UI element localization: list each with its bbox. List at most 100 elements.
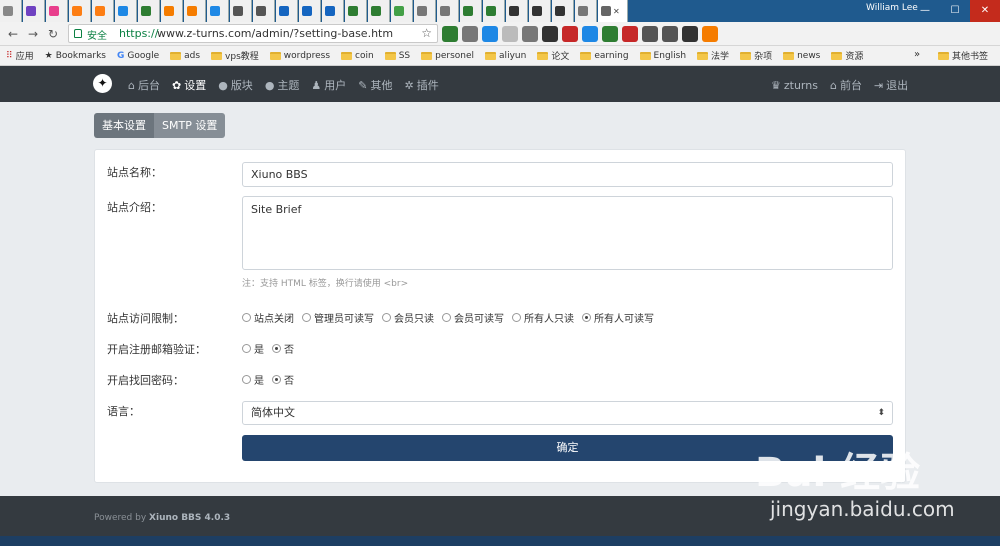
close-window-icon[interactable]: ✕: [970, 0, 1000, 22]
powered-product[interactable]: Xiuno BBS 4.0.3: [149, 513, 230, 523]
extension-icon[interactable]: [682, 26, 698, 42]
radio-option[interactable]: 会员只读: [382, 310, 434, 325]
browser-tab[interactable]: [552, 0, 574, 22]
nav-item-home[interactable]: ⌂ 后台: [128, 77, 160, 93]
maximize-icon[interactable]: ☐: [940, 0, 970, 22]
browser-tab[interactable]: [437, 0, 459, 22]
bookmark-item[interactable]: G Google: [117, 49, 159, 62]
bookmark-item[interactable]: news: [783, 49, 820, 62]
radio-button[interactable]: [582, 313, 591, 322]
bookmark-item[interactable]: 杂项: [740, 49, 772, 62]
bookmark-item[interactable]: ads: [170, 49, 200, 62]
radio-button[interactable]: [512, 313, 521, 322]
radio-option[interactable]: 是: [242, 341, 264, 356]
radio-option[interactable]: 管理员可读写: [302, 310, 374, 325]
tab-close-icon[interactable]: ✕: [613, 7, 620, 16]
extension-icon[interactable]: [522, 26, 538, 42]
browser-tab[interactable]: [115, 0, 137, 22]
extension-icon[interactable]: [462, 26, 478, 42]
extension-icon[interactable]: [442, 26, 458, 42]
radio-option[interactable]: 否: [272, 372, 294, 387]
bookmark-item[interactable]: earning: [580, 49, 629, 62]
extension-icon[interactable]: [582, 26, 598, 42]
extension-icon[interactable]: [602, 26, 618, 42]
browser-tab[interactable]: [46, 0, 68, 22]
extension-icon[interactable]: [542, 26, 558, 42]
browser-tab[interactable]: [414, 0, 436, 22]
nav-item-comment[interactable]: ● 版块: [218, 77, 253, 93]
browser-tab[interactable]: [207, 0, 229, 22]
bookmarks-more-icon[interactable]: »: [914, 49, 920, 60]
extension-icon[interactable]: [562, 26, 578, 42]
address-bar[interactable]: 安全 https:// www.z-turns.com/admin/?setti…: [68, 24, 438, 43]
browser-tab[interactable]: [506, 0, 528, 22]
bookmark-item[interactable]: coin: [341, 49, 374, 62]
browser-tab[interactable]: [529, 0, 551, 22]
extension-icon[interactable]: [502, 26, 518, 42]
forward-icon[interactable]: →: [24, 25, 42, 43]
nav-item-gear[interactable]: ✿ 设置: [172, 77, 206, 93]
bookmark-item[interactable]: vps教程: [211, 49, 259, 62]
bookmark-item[interactable]: 法学: [697, 49, 729, 62]
bookmark-item[interactable]: ⠿ 应用: [6, 49, 34, 63]
reload-icon[interactable]: ↻: [44, 25, 62, 43]
browser-tab[interactable]: [391, 0, 413, 22]
nav-item-comments[interactable]: ● 主题: [265, 77, 300, 93]
bookmark-item[interactable]: wordpress: [269, 49, 330, 62]
browser-tab[interactable]: [23, 0, 45, 22]
radio-option[interactable]: 是: [242, 372, 264, 387]
browser-tab[interactable]: [368, 0, 390, 22]
browser-tab[interactable]: [184, 0, 206, 22]
bookmark-item[interactable]: aliyun: [485, 49, 526, 62]
browser-tab[interactable]: [69, 0, 91, 22]
browser-tab[interactable]: [161, 0, 183, 22]
browser-tab[interactable]: [276, 0, 298, 22]
language-select[interactable]: 简体中文 ⬍: [242, 401, 893, 425]
radio-button[interactable]: [382, 313, 391, 322]
bookmark-item[interactable]: personel: [421, 49, 474, 62]
browser-tab-active[interactable]: ✕: [598, 0, 628, 22]
browser-tab[interactable]: [483, 0, 505, 22]
bookmark-item[interactable]: SS: [384, 49, 410, 62]
browser-tab[interactable]: [230, 0, 252, 22]
browser-tab[interactable]: [299, 0, 321, 22]
tab-basic-settings[interactable]: 基本设置: [94, 113, 154, 138]
radio-option[interactable]: 否: [272, 341, 294, 356]
browser-tab[interactable]: [0, 0, 22, 22]
radio-button[interactable]: [442, 313, 451, 322]
nav-item-cogs[interactable]: ✲ 插件: [405, 77, 439, 93]
radio-option[interactable]: 会员可读写: [442, 310, 504, 325]
nav-item-home[interactable]: ⌂ 前台: [830, 77, 862, 93]
bookmark-item[interactable]: ★ Bookmarks: [45, 49, 106, 62]
radio-button[interactable]: [242, 344, 251, 353]
radio-button[interactable]: [302, 313, 311, 322]
browser-tab[interactable]: [460, 0, 482, 22]
radio-button[interactable]: [272, 375, 281, 384]
bookmark-item[interactable]: English: [639, 49, 686, 62]
radio-option[interactable]: 所有人只读: [512, 310, 574, 325]
bookmark-item[interactable]: 资源: [831, 49, 863, 62]
browser-tab[interactable]: [138, 0, 160, 22]
radio-button[interactable]: [272, 344, 281, 353]
extension-icon[interactable]: [702, 26, 718, 42]
tab-smtp-settings[interactable]: SMTP 设置: [154, 113, 226, 138]
radio-option[interactable]: 站点关闭: [242, 310, 294, 325]
extension-icon[interactable]: [662, 26, 678, 42]
site-brief-textarea[interactable]: Site Brief: [242, 196, 893, 270]
browser-tab[interactable]: [92, 0, 114, 22]
radio-button[interactable]: [242, 375, 251, 384]
back-icon[interactable]: ←: [4, 25, 22, 43]
bookmark-item[interactable]: 论文: [537, 49, 569, 62]
xiuno-logo-icon[interactable]: ✦: [93, 74, 112, 93]
extension-icon[interactable]: [622, 26, 638, 42]
browser-tab[interactable]: [322, 0, 344, 22]
site-name-input[interactable]: Xiuno BBS: [242, 162, 893, 187]
extension-icon[interactable]: [642, 26, 658, 42]
browser-tab[interactable]: [253, 0, 275, 22]
radio-option[interactable]: 所有人可读写: [582, 310, 654, 325]
browser-tab[interactable]: [345, 0, 367, 22]
nav-item-user[interactable]: ♟ 用户: [311, 77, 346, 93]
bookmark-star-icon[interactable]: ☆: [421, 26, 432, 40]
nav-item-wrench[interactable]: ✎ 其他: [358, 77, 392, 93]
radio-button[interactable]: [242, 313, 251, 322]
